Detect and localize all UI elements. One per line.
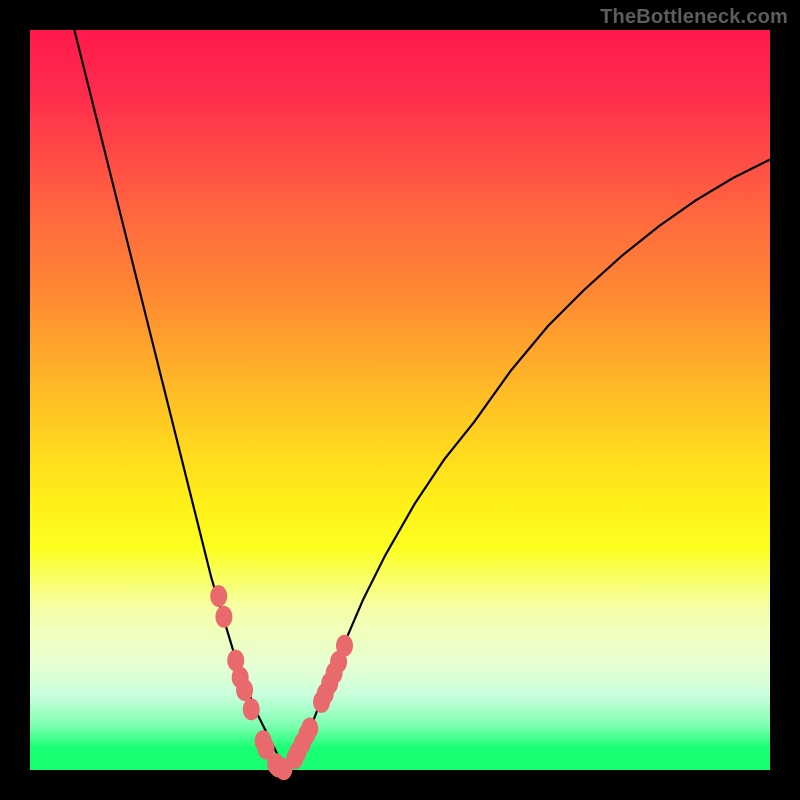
markers-right-group	[286, 635, 353, 769]
right-branch-curve	[289, 160, 770, 771]
data-marker	[210, 585, 227, 607]
data-marker	[243, 698, 260, 720]
data-marker	[215, 606, 232, 628]
watermark-text: TheBottleneck.com	[600, 6, 788, 29]
markers-left-group	[210, 585, 292, 780]
data-marker	[301, 718, 318, 740]
data-marker	[336, 635, 353, 657]
chart-svg	[30, 30, 770, 770]
plot-area	[30, 30, 770, 770]
left-branch-curve	[74, 30, 289, 770]
data-marker	[236, 679, 253, 701]
chart-frame: TheBottleneck.com	[0, 0, 800, 800]
